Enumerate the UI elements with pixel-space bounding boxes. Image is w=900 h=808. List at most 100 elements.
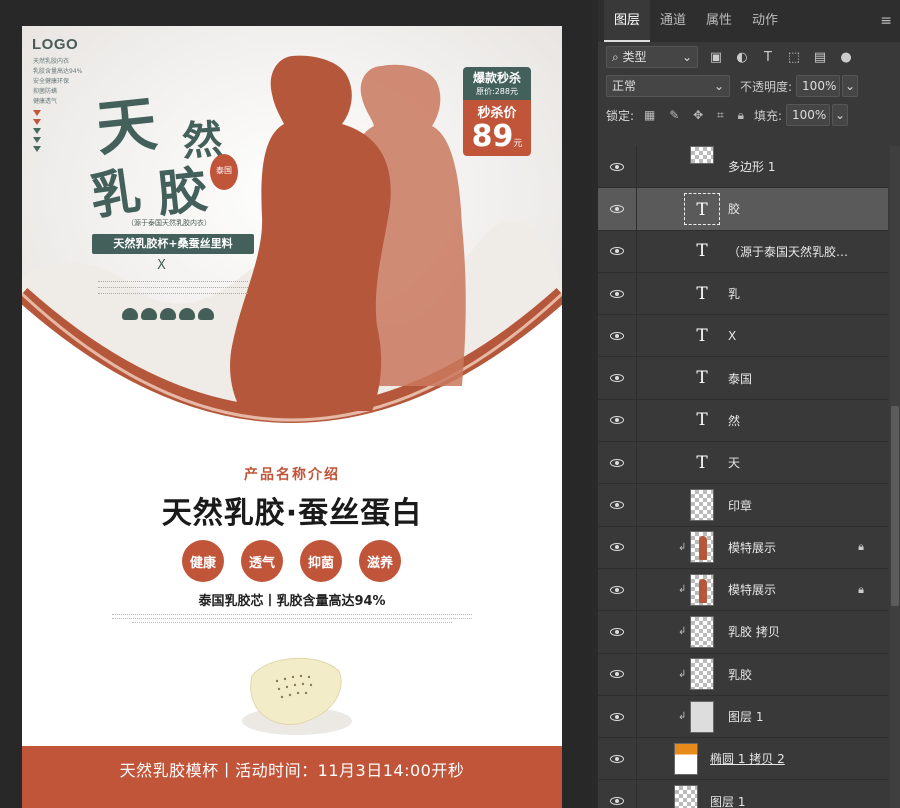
tab-properties[interactable]: 属性: [696, 0, 742, 42]
opacity-input[interactable]: 100%: [796, 75, 841, 97]
text-layer-icon: T: [696, 410, 708, 431]
layer-row[interactable]: T （源于泰国天然乳胶…: [598, 230, 888, 273]
triangle-icon: [33, 128, 41, 134]
bra-icon: [198, 308, 214, 320]
layer-row[interactable]: T 然: [598, 399, 888, 443]
source-subtitle: （源于泰国天然乳胶内衣）: [127, 219, 211, 227]
layer-thumbnail: [690, 573, 714, 606]
layer-row[interactable]: 椭圆 1 拷贝 2: [598, 738, 888, 781]
visibility-eye-icon[interactable]: [610, 627, 626, 637]
text-layer-icon: T: [696, 368, 708, 389]
feature-line: 泰国乳胶芯丨乳胶含量高达94%: [198, 594, 386, 609]
text-layer-icon: T: [696, 452, 708, 473]
visibility-eye-icon[interactable]: [610, 585, 626, 595]
triangle-icon: [33, 119, 41, 125]
layer-thumbnail: [690, 489, 714, 522]
section-title: 天然乳胶·蚕丝蛋白: [161, 496, 423, 531]
layer-row[interactable]: T 泰国: [598, 357, 888, 400]
visibility-eye-icon[interactable]: [610, 669, 626, 679]
bra-icon-row: [122, 308, 214, 320]
layer-thumbnail: [690, 658, 714, 691]
filter-toggle-icon[interactable]: ●: [838, 50, 854, 65]
logo-feature-line: 乳胶含量高达94%: [33, 68, 83, 75]
visibility-eye-icon[interactable]: [610, 162, 626, 172]
triangle-bullets: [33, 110, 41, 155]
adjustment-filter-icon[interactable]: ◐: [734, 50, 750, 65]
layer-list[interactable]: 多边形 1 T 胶 T （源于泰国天然乳胶… T 乳 T X T 泰国 T 然 …: [598, 146, 888, 808]
clipping-mask-icon: ↲: [678, 626, 687, 638]
layer-row[interactable]: 图层 1: [598, 780, 888, 808]
promo-original-price: 原价:288元: [476, 87, 518, 96]
opacity-label: 不透明度:: [740, 79, 793, 94]
text-layer-icon: T: [696, 241, 708, 262]
layer-row[interactable]: ↲ 乳胶 拷贝: [598, 611, 888, 654]
visibility-eye-icon[interactable]: [610, 542, 626, 552]
layer-name: 天: [728, 456, 741, 471]
filter-kind-label: 类型: [622, 50, 647, 64]
layer-row[interactable]: ↲ 乳胶: [598, 653, 888, 696]
filter-kind-select[interactable]: ⌕ 类型 ⌄: [606, 46, 698, 68]
lock-artboard-icon[interactable]: ⌗: [717, 108, 724, 122]
layer-row[interactable]: T 天: [598, 442, 888, 485]
tab-actions[interactable]: 动作: [742, 0, 788, 42]
document-canvas-area[interactable]: LOGO 天然乳胶内衣 乳胶含量高达94% 安全健康环保 抑菌防螨 健康透气 天…: [0, 0, 592, 808]
layer-row[interactable]: T 胶: [598, 188, 888, 231]
opacity-dropdown-button[interactable]: ⌄: [842, 75, 859, 97]
visibility-eye-icon[interactable]: [610, 500, 626, 510]
visibility-eye-icon[interactable]: [610, 415, 626, 425]
promo-top: 爆款秒杀 原价:288元: [463, 67, 531, 100]
visibility-eye-icon[interactable]: [610, 373, 626, 383]
lock-paint-icon[interactable]: ✎: [669, 108, 679, 122]
tab-channels[interactable]: 通道: [650, 0, 696, 42]
layer-row[interactable]: 印章: [598, 484, 888, 527]
layer-thumbnail: [690, 146, 714, 164]
blend-mode-select[interactable]: 正常 ⌄: [606, 75, 730, 97]
feature-circle: 滋养: [359, 540, 401, 582]
feature-circle: 透气: [241, 540, 283, 582]
chevron-down-icon: ⌄: [713, 79, 724, 93]
lock-all-icon[interactable]: 🔒︎: [738, 108, 744, 122]
fill-input[interactable]: 100%: [786, 104, 831, 126]
layers-panel: 图层 通道 属性 动作 ≡ ⌕ 类型 ⌄ ▣ ◐ T ⬚ ▤ ● 正常 ⌄ 不透…: [592, 0, 900, 808]
type-filter-icon[interactable]: T: [760, 50, 776, 65]
layer-row[interactable]: T X: [598, 315, 888, 358]
layer-row[interactable]: 多边形 1: [598, 146, 888, 189]
promo-bottom: 秒杀价 89元: [463, 100, 531, 156]
layer-row[interactable]: ↲ 图层 1: [598, 695, 888, 739]
tab-layers[interactable]: 图层: [604, 0, 651, 42]
lock-position-icon[interactable]: ✥: [693, 108, 703, 122]
visibility-eye-icon[interactable]: [610, 754, 626, 764]
poster-document[interactable]: LOGO 天然乳胶内衣 乳胶含量高达94% 安全健康环保 抑菌防螨 健康透气 天…: [22, 26, 562, 808]
fill-label: 填充:: [753, 108, 783, 123]
smart-object-filter-icon[interactable]: ▤: [812, 50, 828, 65]
layer-thumbnail: [690, 531, 714, 564]
layer-row[interactable]: T 乳: [598, 272, 888, 316]
footer-banner: 天然乳胶模杯丨活动时间：11月3日14:00开秒: [22, 746, 562, 808]
lock-row: 锁定: ▦ ✎ ✥ ⌗ 🔒︎ 填充: 100% ⌄: [598, 100, 900, 130]
layer-row[interactable]: ↲ 模特展示 🔒︎: [598, 526, 888, 569]
panel-menu-icon[interactable]: ≡: [880, 13, 892, 29]
bra-icon: [122, 308, 138, 320]
feature-circle: 抑菌: [300, 540, 342, 582]
text-layer-icon: T: [696, 325, 708, 346]
visibility-eye-icon[interactable]: [610, 289, 626, 299]
visibility-eye-icon[interactable]: [610, 204, 626, 214]
lock-icon: 🔒︎: [858, 540, 864, 554]
image-filter-icon[interactable]: ▣: [708, 50, 724, 65]
visibility-eye-icon[interactable]: [610, 712, 626, 722]
visibility-eye-icon[interactable]: [610, 331, 626, 341]
visibility-eye-icon[interactable]: [610, 246, 626, 256]
visibility-eye-icon[interactable]: [610, 796, 626, 806]
bra-icon: [160, 308, 176, 320]
visibility-eye-icon[interactable]: [610, 458, 626, 468]
seal-stamp: 泰国: [210, 154, 238, 190]
layer-row[interactable]: ↲ 模特展示 🔒︎: [598, 568, 888, 612]
layers-scrollbar[interactable]: [890, 146, 900, 808]
bra-icon: [179, 308, 195, 320]
lock-transparent-icon[interactable]: ▦: [644, 108, 655, 122]
bra-icon: [141, 308, 157, 320]
fill-dropdown-button[interactable]: ⌄: [832, 104, 849, 126]
shape-filter-icon[interactable]: ⬚: [786, 50, 802, 65]
scrollbar-thumb[interactable]: [891, 406, 899, 606]
feature-circle: 健康: [182, 540, 224, 582]
